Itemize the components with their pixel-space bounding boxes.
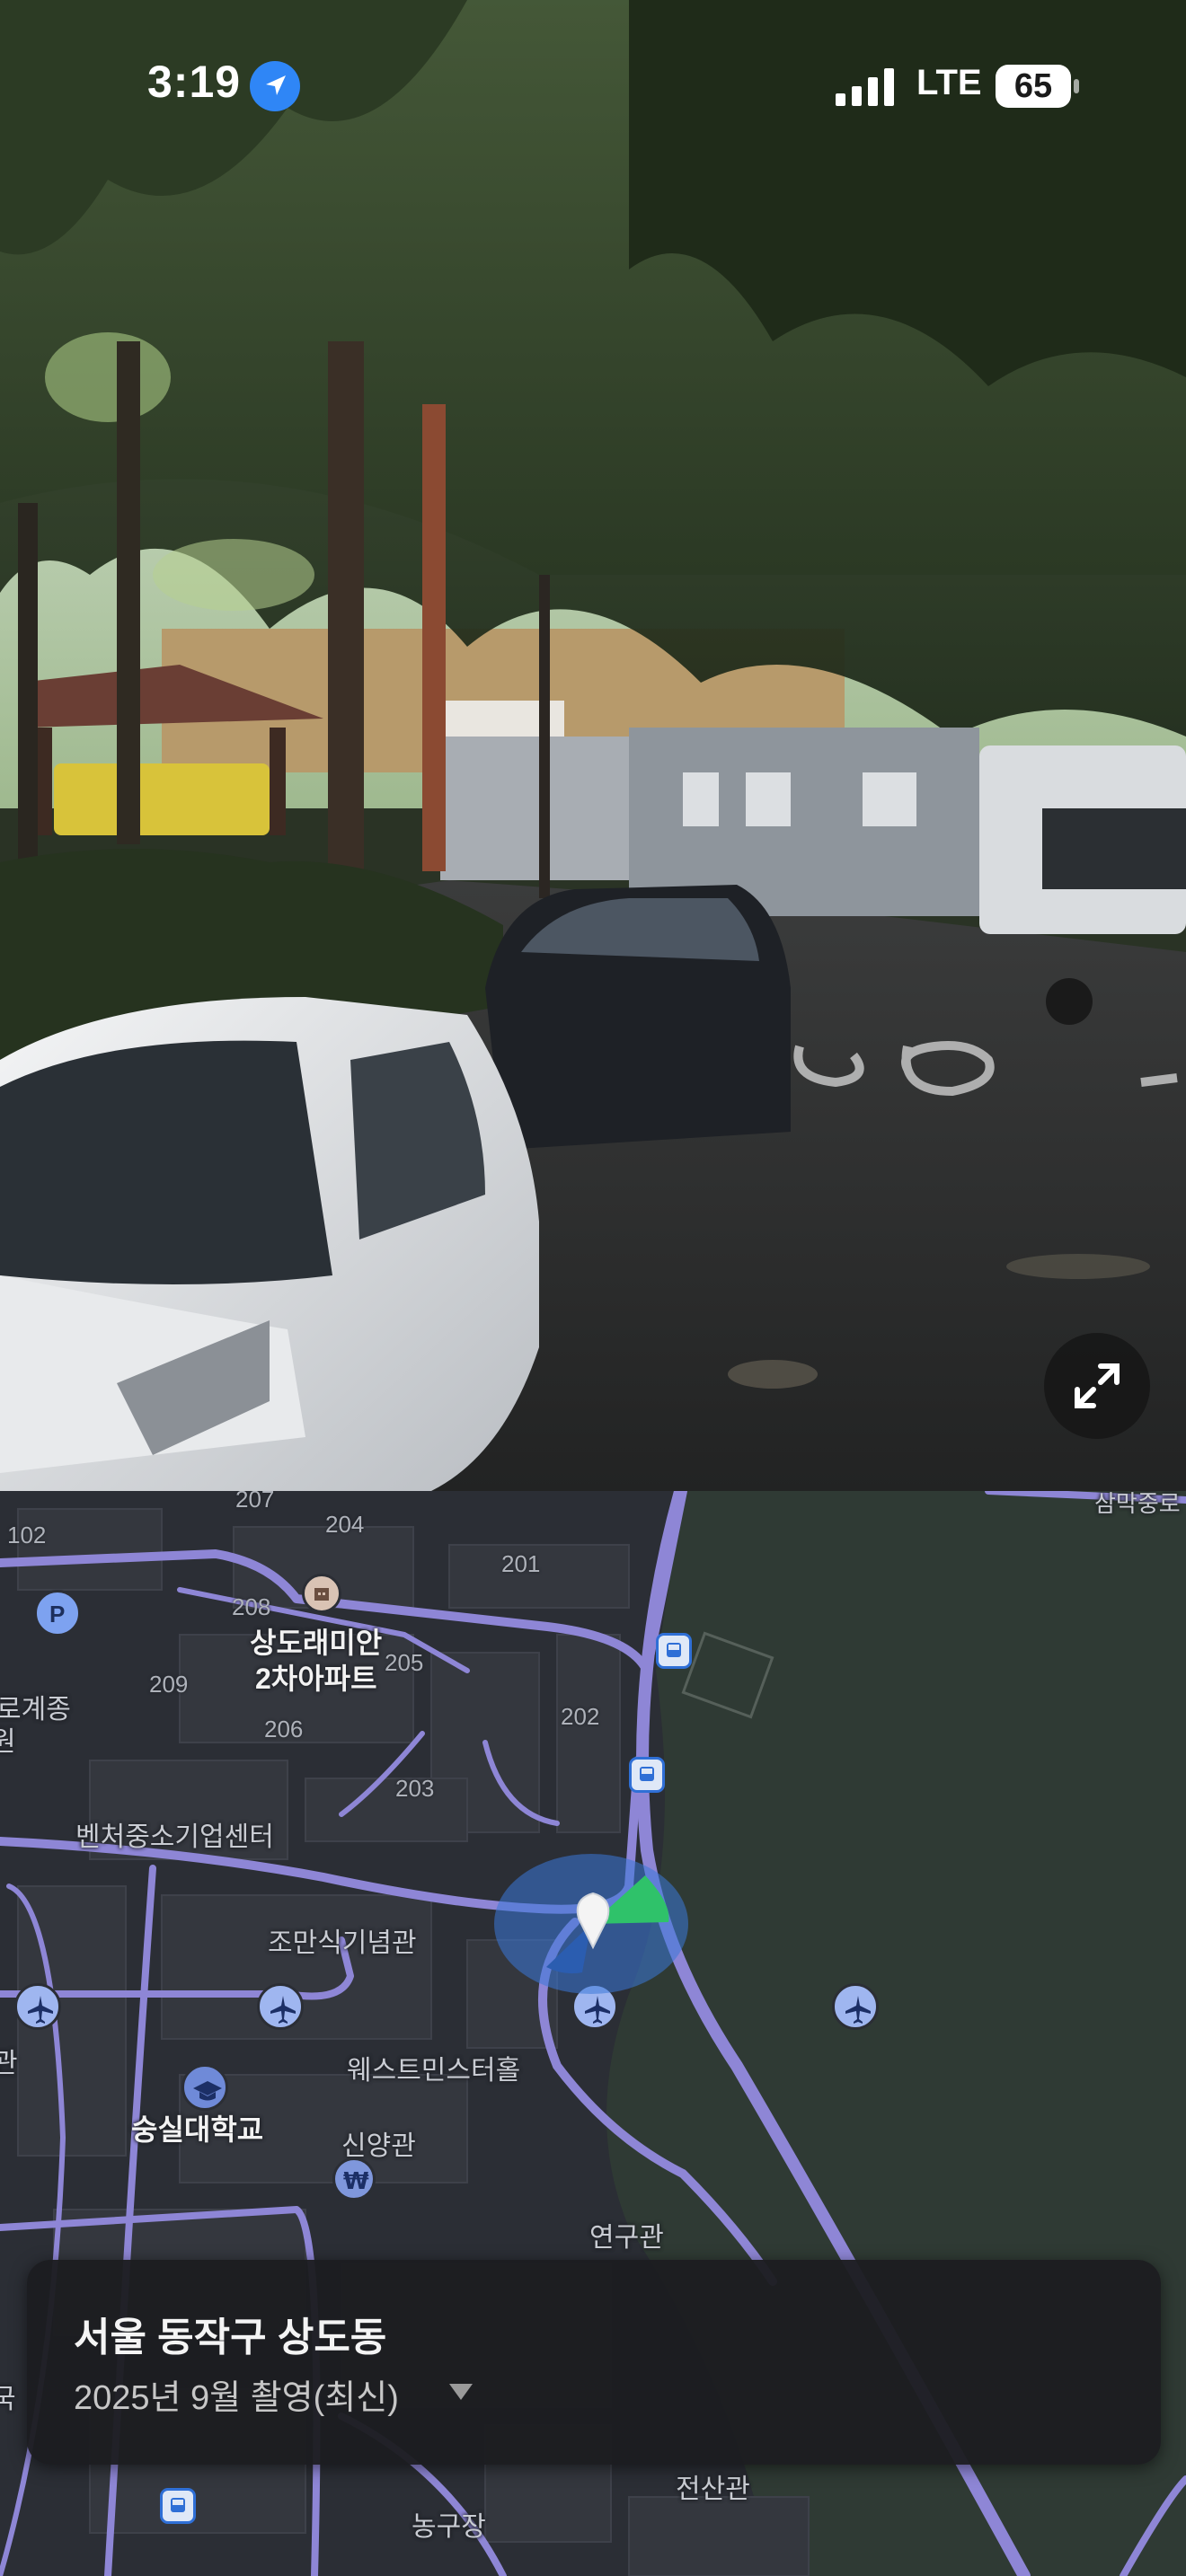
map-label: 연구관 bbox=[589, 2223, 664, 2253]
building-icon[interactable] bbox=[302, 1574, 341, 1613]
user-location-icon bbox=[494, 1854, 688, 1994]
building-number: 203 bbox=[395, 1775, 435, 1802]
location-title: 서울 동작구 상도동 bbox=[74, 2316, 387, 2360]
road-label: 삼막중로 bbox=[1094, 1491, 1181, 1517]
building-number: 207 bbox=[235, 1491, 275, 1513]
building-number: 205 bbox=[385, 1649, 424, 1676]
expand-button[interactable] bbox=[1044, 1333, 1150, 1439]
map-label: 원 bbox=[0, 1727, 16, 1757]
status-bar: 3:19 LTE 65 bbox=[0, 0, 1186, 171]
graduation-cap-icon[interactable] bbox=[181, 2064, 228, 2111]
parking-icon[interactable]: P bbox=[34, 1590, 81, 1636]
map-label: 조만식기념관 bbox=[268, 1928, 417, 1958]
airplane-icon[interactable] bbox=[14, 1983, 61, 2030]
apartment-label: 2차아파트 bbox=[255, 1663, 377, 1695]
building-number: 209 bbox=[149, 1671, 189, 1698]
map-label: 웨스트민스터홀 bbox=[347, 2056, 521, 2086]
building-number: 102 bbox=[7, 1522, 47, 1548]
status-time: 3:19 bbox=[147, 57, 242, 107]
building-number: 206 bbox=[264, 1716, 304, 1742]
building-number: 204 bbox=[325, 1511, 365, 1538]
map-label: 국 bbox=[0, 2385, 16, 2414]
svg-text:P: P bbox=[49, 1601, 65, 1627]
won-currency-icon[interactable]: ₩ bbox=[332, 2157, 376, 2201]
map-label: 벤처중소기업센터 bbox=[75, 1822, 274, 1852]
bus-stop-icon[interactable] bbox=[656, 1633, 692, 1669]
bus-stop-icon[interactable] bbox=[629, 1757, 665, 1793]
location-info-card[interactable]: 서울 동작구 상도동 2025년 9월 촬영(최신) bbox=[27, 2260, 1161, 2465]
bus-stop-icon[interactable] bbox=[160, 2488, 196, 2524]
cellular-signal-icon bbox=[836, 66, 897, 106]
airplane-icon[interactable] bbox=[257, 1983, 304, 2030]
svg-text:₩: ₩ bbox=[343, 2168, 369, 2194]
airplane-icon[interactable] bbox=[832, 1983, 879, 2030]
capture-date-dropdown[interactable]: 2025년 9월 촬영(최신) bbox=[74, 2369, 399, 2419]
university-label: 숭실대학교 bbox=[131, 2113, 264, 2146]
mini-map[interactable]: 207 204 102 201 208 205 209 206 202 203 … bbox=[0, 1491, 1186, 2576]
location-arrow-icon bbox=[250, 61, 300, 111]
building-number: 208 bbox=[232, 1593, 271, 1620]
building-number: 202 bbox=[561, 1703, 600, 1730]
building-number: 201 bbox=[501, 1550, 541, 1577]
expand-arrows-icon bbox=[1075, 1363, 1120, 1408]
network-type: LTE bbox=[916, 63, 982, 102]
map-label: 농구장 bbox=[412, 2512, 486, 2542]
battery-level: 65 bbox=[1013, 67, 1053, 105]
map-label: 전산관 bbox=[676, 2475, 750, 2504]
street-view-panorama[interactable] bbox=[0, 0, 1186, 1491]
chevron-down-icon[interactable] bbox=[447, 2382, 474, 2402]
map-label: 관 bbox=[0, 2049, 18, 2078]
